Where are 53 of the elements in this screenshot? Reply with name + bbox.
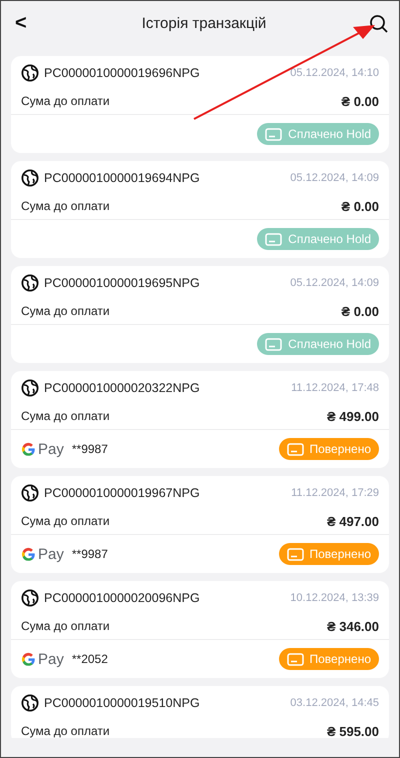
card-number: **2052	[72, 652, 108, 666]
globe-icon	[21, 274, 39, 292]
wallet-name: Pay	[38, 650, 64, 668]
transaction-date: 11.12.2024, 17:48	[291, 382, 379, 394]
globe-icon	[21, 484, 39, 502]
amount-label: Сума до оплати	[21, 619, 111, 633]
status-badge: Повернено	[278, 438, 379, 460]
transaction-id: PC0000010000019695NPG	[44, 276, 201, 290]
amount-label: Сума до оплати	[21, 304, 111, 318]
globe-icon	[21, 169, 39, 187]
status-badge: Сплачено Hold	[257, 123, 379, 145]
status-badge: Сплачено Hold	[257, 228, 379, 250]
amount-label: Сума до оплати	[21, 409, 111, 423]
globe-icon	[21, 694, 39, 712]
status-badge: Сплачено Hold	[257, 333, 379, 355]
status-badge: Повернено	[278, 543, 379, 565]
amount-value: ₴ 0.00	[341, 198, 379, 214]
status-badge: Повернено	[278, 648, 379, 670]
wallet-name: Pay	[38, 440, 64, 458]
g-logo-icon	[21, 546, 36, 562]
amount-value: ₴ 499.00	[326, 408, 379, 424]
card-number: **9987	[72, 442, 108, 456]
transaction-id: PC0000010000019967NPG	[44, 486, 201, 500]
transaction-date: 05.12.2024, 14:09	[290, 172, 379, 184]
amount-label: Сума до оплати	[21, 724, 111, 738]
page-title: Історія транзакцій	[140, 15, 268, 32]
globe-icon	[21, 64, 39, 82]
amount-label: Сума до оплати	[21, 94, 111, 108]
amount-value: ₴ 346.00	[326, 618, 379, 634]
amount-value: ₴ 497.00	[326, 514, 379, 528]
search-icon[interactable]	[369, 14, 389, 34]
transaction-date: 05.12.2024, 14:09	[290, 277, 379, 289]
transaction-id: PC0000010000020322NPG	[44, 381, 201, 395]
transaction-date: 03.12.2024, 14:45	[290, 697, 379, 709]
amount-label: Сума до оплати	[21, 199, 111, 213]
g-logo-icon	[21, 652, 36, 666]
globe-icon	[21, 589, 39, 607]
back-button[interactable]: <	[15, 12, 39, 35]
card-number: **9987	[72, 547, 108, 561]
wallet-name: Pay	[38, 546, 64, 562]
g-logo-icon	[21, 442, 36, 456]
transaction-date: 10.12.2024, 13:39	[290, 592, 379, 604]
transaction-id: PC0000010000019694NPG	[44, 171, 201, 185]
transaction-id: PC0000010000019510NPG	[44, 696, 201, 710]
transaction-date: 05.12.2024, 14:10	[290, 67, 379, 79]
transaction-date: 11.12.2024, 17:29	[291, 487, 379, 499]
amount-value: ₴ 0.00	[341, 304, 379, 318]
amount-value: ₴ 595.00	[326, 724, 379, 738]
globe-icon	[21, 379, 39, 397]
amount-label: Сума до оплати	[21, 514, 111, 528]
amount-value: ₴ 0.00	[341, 94, 379, 108]
transaction-id: PC0000010000019696NPG	[44, 66, 201, 80]
transaction-id: PC0000010000020096NPG	[44, 591, 201, 605]
